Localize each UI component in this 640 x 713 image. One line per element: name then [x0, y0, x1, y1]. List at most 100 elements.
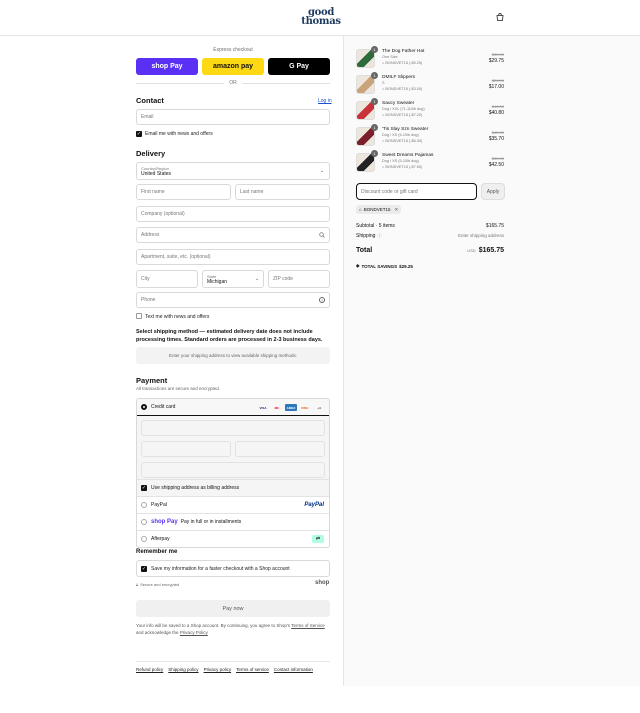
- address-field[interactable]: Address: [136, 227, 330, 243]
- expiry-field[interactable]: [141, 441, 231, 457]
- logo-line-2: thomas: [301, 16, 341, 27]
- shipping-label: Shipping: [356, 233, 376, 239]
- product-variant: Dog / XXL (71-110lb dog): [382, 107, 425, 111]
- city-placeholder: City: [141, 276, 150, 282]
- google-pay-button[interactable]: G Pay: [268, 58, 330, 75]
- country-select[interactable]: Country/Region United States: [136, 162, 330, 180]
- product-variant: Dog / XS (5-10lb dog): [382, 159, 419, 163]
- shipping-methods-placeholder: Enter your shipping address to view avai…: [136, 347, 330, 364]
- zip-field[interactable]: ZIP code: [268, 270, 330, 288]
- save-info-row[interactable]: ✓ Save my information for a faster check…: [136, 560, 330, 577]
- discount-placeholder: Discount code or gift card: [361, 188, 418, 195]
- state-value: Michigan: [207, 278, 228, 285]
- shoppay-option[interactable]: shop Pay Pay in full or in installments: [137, 513, 329, 530]
- product-discount: ⌂ BONDVET15 (-$7.20): [382, 113, 423, 117]
- security-code-field[interactable]: [235, 441, 325, 457]
- privacy-policy-link[interactable]: Privacy policy: [204, 667, 232, 672]
- paypal-radio[interactable]: [141, 502, 147, 508]
- shoppay-radio[interactable]: [141, 519, 147, 525]
- sale-price: $40.80: [488, 110, 504, 116]
- original-price: $48.00: [491, 104, 504, 109]
- quantity-badge: 1: [371, 72, 378, 79]
- amex-icon: AMEX: [285, 404, 297, 411]
- product-discount: ⌂ BONDVET15 (-$5.25): [382, 61, 423, 65]
- original-price: $50.00: [491, 156, 504, 161]
- address-placeholder: Address: [141, 232, 160, 238]
- credit-card-option[interactable]: Credit card VISA MC AMEX DISC +4: [137, 399, 329, 416]
- lock-icon: 🔒︎: [136, 582, 139, 587]
- secure-note: 🔒︎ Secure and encrypted: [136, 582, 179, 587]
- apartment-placeholder: Apartment, suite, etc. (optional): [141, 254, 211, 260]
- payment-subtitle: All transactions are secure and encrypte…: [136, 386, 221, 391]
- subtotal-label: Subtotal · 5 items: [356, 223, 395, 229]
- card-number-field[interactable]: [141, 420, 325, 436]
- product-name: Saucy Sweater: [382, 101, 415, 106]
- product-discount: ⌂ BONDVET15 (-$3.00): [382, 87, 423, 91]
- billing-same-label: Use shipping address as billing address: [151, 485, 240, 491]
- name-on-card-field[interactable]: [141, 462, 325, 478]
- text-news-checkbox[interactable]: [136, 313, 142, 319]
- quantity-badge: 1: [371, 150, 378, 157]
- billing-same-row[interactable]: ✓ Use shipping address as billing addres…: [137, 479, 329, 496]
- save-info-checkbox[interactable]: ✓: [141, 565, 147, 572]
- or-divider: OR: [136, 80, 330, 87]
- total-row: USD $165.75: [440, 247, 504, 254]
- brand-logo[interactable]: good thomas: [300, 8, 342, 27]
- first-name-field[interactable]: First name: [136, 184, 231, 200]
- discount-code-field[interactable]: Discount code or gift card: [356, 183, 477, 200]
- mastercard-icon: MC: [274, 405, 280, 410]
- first-name-placeholder: First name: [141, 189, 165, 195]
- company-field[interactable]: Company (optional): [136, 206, 330, 222]
- product-name: The Dog Father Hat: [382, 49, 425, 54]
- paypal-option[interactable]: PayPal PayPal: [137, 496, 329, 513]
- shop-logo: shop: [315, 580, 330, 586]
- discount-text: BONDVET15 (-$6.30): [385, 139, 423, 143]
- search-icon: [319, 232, 325, 240]
- shipping-method-heading: Select shipping method — estimated deliv…: [136, 329, 323, 343]
- amazon-pay-button[interactable]: amazon pay: [202, 58, 264, 75]
- sale-price: $42.50: [488, 162, 504, 168]
- help-icon[interactable]: ?: [319, 297, 325, 303]
- applied-discount-tag: ⌂ BONDVET15 ✕: [356, 205, 402, 214]
- disclaimer: Your info will be saved to a Shop accoun…: [136, 622, 336, 636]
- original-price: $42.00: [491, 130, 504, 135]
- info-icon[interactable]: ⓘ: [377, 233, 381, 239]
- credit-card-radio[interactable]: [141, 404, 147, 410]
- chevron-down-icon: ⌄: [255, 276, 260, 282]
- secure-label: Secure and encrypted: [140, 582, 180, 587]
- shipping-policy-link[interactable]: Shipping policy: [168, 667, 198, 672]
- paypal-label: PayPal: [151, 502, 167, 508]
- pay-now-button[interactable]: Pay now: [136, 600, 330, 617]
- quantity-badge: 1: [371, 124, 378, 131]
- afterpay-option[interactable]: Afterpay ⇄: [137, 530, 329, 547]
- contact-information-link[interactable]: Contact information: [274, 667, 313, 672]
- subtotal-value: $165.75: [485, 223, 504, 229]
- product-name: Sweet Dreams Pajamas: [382, 153, 434, 158]
- discover-icon: DISC: [301, 405, 309, 410]
- privacy-link[interactable]: Privacy Policy: [180, 630, 208, 635]
- afterpay-radio[interactable]: [141, 536, 147, 542]
- last-name-placeholder: Last name: [240, 189, 264, 195]
- apartment-field[interactable]: Apartment, suite, etc. (optional): [136, 249, 330, 265]
- shopping-bag-icon[interactable]: [496, 13, 504, 21]
- email-news-checkbox[interactable]: ✓: [136, 131, 142, 137]
- apply-button[interactable]: Apply: [481, 183, 505, 200]
- payment-methods: Credit card VISA MC AMEX DISC +4 ✓ Use s…: [136, 398, 330, 548]
- sale-price: $29.75: [488, 58, 504, 64]
- tag-icon: ◈: [356, 263, 360, 268]
- city-field[interactable]: City: [136, 270, 198, 288]
- login-link[interactable]: Log in: [318, 98, 332, 104]
- total-value: $165.75: [478, 247, 504, 254]
- billing-same-checkbox[interactable]: ✓: [141, 485, 147, 491]
- refund-policy-link[interactable]: Refund policy: [136, 667, 163, 672]
- shop-pay-button[interactable]: shop Pay: [136, 58, 198, 75]
- phone-field[interactable]: Phone: [136, 292, 330, 308]
- disclaimer-text: Your info will be saved to a Shop accoun…: [136, 623, 291, 628]
- card-brands: VISA MC AMEX DISC +4: [257, 404, 325, 411]
- email-field[interactable]: Email: [136, 109, 330, 125]
- last-name-field[interactable]: Last name: [235, 184, 330, 200]
- remove-code-icon[interactable]: ✕: [394, 207, 398, 213]
- terms-of-service-link[interactable]: Terms of service: [236, 667, 269, 672]
- save-info-label: Save my information for a faster checkou…: [151, 565, 290, 572]
- terms-link[interactable]: Terms of Service: [291, 623, 325, 628]
